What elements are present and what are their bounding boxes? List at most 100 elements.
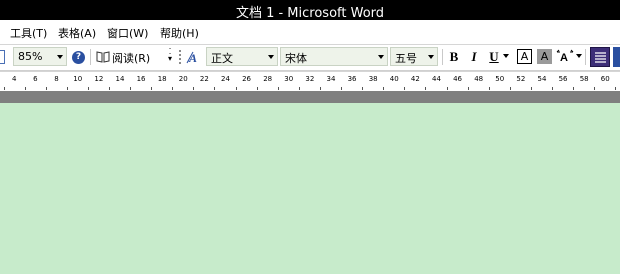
styles-pane-icon[interactable]: A <box>186 49 202 65</box>
zoom-combo[interactable]: 85% <box>13 47 67 66</box>
ruler-label: 28 <box>263 75 273 83</box>
underline-button[interactable]: U <box>487 49 501 65</box>
character-border-button[interactable]: A <box>517 49 532 64</box>
ruler-tick <box>45 87 47 90</box>
ruler-tick <box>341 87 343 90</box>
ruler-label: 14 <box>115 75 125 83</box>
ruler-tick <box>256 87 258 90</box>
ruler-tick <box>214 87 216 90</box>
svg-text:A: A <box>560 52 568 64</box>
ruler-label: 52 <box>516 75 526 83</box>
character-shading-button[interactable]: A <box>537 49 552 64</box>
ruler-label: 48 <box>474 75 484 83</box>
page-gap-band <box>0 91 620 103</box>
ruler-tick <box>24 87 26 90</box>
toolbar-separator <box>442 49 443 65</box>
ruler-label: 60 <box>600 75 610 83</box>
ruler-label: 56 <box>558 75 568 83</box>
ruler-label: 42 <box>410 75 420 83</box>
ruler-tick <box>235 87 237 90</box>
ruler-tick <box>277 87 279 90</box>
ruler-tick <box>87 87 89 90</box>
ruler-label: 10 <box>73 75 83 83</box>
bold-button[interactable]: B <box>447 49 461 65</box>
ruler-label: 16 <box>136 75 146 83</box>
ruler-label: 22 <box>199 75 209 83</box>
ruler-label: 6 <box>33 75 38 83</box>
ruler-label: 24 <box>221 75 230 83</box>
ruler-tick <box>319 87 321 90</box>
window-title: 文档 1 - Microsoft Word <box>235 6 385 21</box>
font-value: 宋体 <box>285 52 307 65</box>
menu-window[interactable]: 窗口(W) <box>107 25 148 41</box>
ruler-tick <box>298 87 300 90</box>
book-icon <box>96 51 110 63</box>
ruler-label: 46 <box>453 75 463 83</box>
italic-button[interactable]: I <box>467 49 481 65</box>
ruler-tick <box>467 87 469 90</box>
chevron-down-icon <box>268 55 274 59</box>
ruler-tick <box>108 87 110 90</box>
zoom-value: 85% <box>18 50 43 63</box>
style-value: 正文 <box>211 52 233 65</box>
ruler-label: 4 <box>12 75 17 83</box>
toolbar-overflow-icon[interactable] <box>613 47 620 67</box>
toolbar-separator <box>90 49 91 65</box>
ruler-label: 50 <box>495 75 505 83</box>
ruler-tick <box>488 87 490 90</box>
font-combo[interactable]: 宋体 <box>280 47 388 66</box>
toolbar-edge-icon[interactable] <box>0 50 5 64</box>
menu-table[interactable]: 表格(A) <box>58 25 96 41</box>
justify-icon <box>595 52 606 63</box>
ruler-label: 44 <box>432 75 441 83</box>
font-size-combo[interactable]: 五号 <box>390 47 438 66</box>
ruler-label: 36 <box>347 75 357 83</box>
ruler-tick <box>193 87 195 90</box>
chevron-down-icon <box>428 55 434 59</box>
ruler-tick <box>446 87 448 90</box>
ruler-label: 12 <box>94 75 104 83</box>
horizontal-ruler[interactable]: 4 6 8 10 12 14 16 18 20 22 24 26 28 30 32 34 36 38 40 42 44 4… <box>0 71 620 92</box>
ruler-label: 38 <box>368 75 378 83</box>
ruler-label: 20 <box>178 75 188 83</box>
ruler-tick <box>509 87 511 90</box>
ruler-tick <box>362 87 364 90</box>
style-combo[interactable]: 正文 <box>206 47 278 66</box>
ruler-tick <box>573 87 575 90</box>
ruler-label: 26 <box>242 75 252 83</box>
ruler-label: 34 <box>326 75 336 83</box>
ruler-label: 54 <box>537 75 547 83</box>
ruler-tick <box>383 87 385 90</box>
menu-bar: 工具(T) 表格(A) 窗口(W) 帮助(H) <box>0 20 620 45</box>
ruler-tick <box>530 87 532 90</box>
ruler-tick <box>66 87 68 90</box>
ruler-tick <box>130 87 132 90</box>
toolbar-options-icon[interactable]: ⁚ ▾ <box>166 48 174 66</box>
read-button[interactable]: 阅读(R) <box>95 48 155 66</box>
ruler-tick <box>425 87 427 90</box>
character-scaling-dropdown-icon[interactable] <box>576 54 582 58</box>
character-scaling-icon[interactable]: A <box>556 49 574 65</box>
ruler-label: 30 <box>284 75 294 83</box>
chevron-down-icon <box>57 55 63 59</box>
ruler-label: 58 <box>579 75 589 83</box>
document-area[interactable] <box>0 103 620 274</box>
font-size-value: 五号 <box>395 52 417 65</box>
menu-tools[interactable]: 工具(T) <box>10 25 47 41</box>
ruler-label: 32 <box>305 75 315 83</box>
menu-help[interactable]: 帮助(H) <box>160 25 199 41</box>
ruler-tick <box>615 87 617 90</box>
title-bar: 文档 1 - Microsoft Word <box>0 0 620 21</box>
toolbar-grip-icon[interactable] <box>179 50 182 64</box>
ruler-label: 18 <box>157 75 167 83</box>
help-icon[interactable]: ? <box>72 51 85 64</box>
ruler-tick <box>552 87 554 90</box>
justify-align-button[interactable] <box>590 47 610 67</box>
read-label: 阅读(R) <box>112 52 151 65</box>
underline-dropdown-icon[interactable] <box>503 54 509 58</box>
ruler-tick <box>404 87 406 90</box>
ruler-label: 8 <box>54 75 59 83</box>
formatting-toolbar: 85% ? 阅读(R) ⁚ ▾ A 正文 宋体 五号 B I U A A A <box>0 45 620 71</box>
ruler-tick <box>594 87 596 90</box>
ruler-tick <box>151 87 153 90</box>
